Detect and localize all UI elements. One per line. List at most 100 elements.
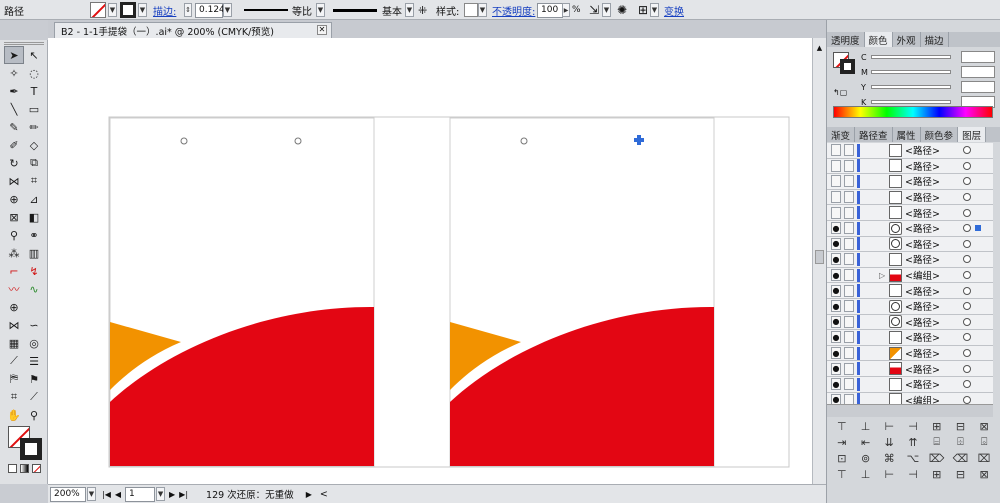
align-options-icon[interactable]: ⊞ [638,0,648,20]
layer-row[interactable]: <路径> [827,158,993,175]
layer-row[interactable]: <路径> [827,205,993,221]
glyph-icon[interactable]: ⊣ [901,418,925,434]
target-circle-icon[interactable] [963,208,971,217]
visibility-eye-icon[interactable]: ● [831,331,841,344]
select-similar-dropdown[interactable]: ▼ [602,3,611,17]
style-swatch[interactable] [464,3,478,17]
glyph-icon[interactable]: ⊤ [830,466,854,482]
lock-toggle[interactable] [844,269,854,282]
polar-grid-tool-icon[interactable]: ◎ [24,334,44,352]
grid-tool-icon[interactable]: ▦ [4,334,24,352]
vertical-scrollbar[interactable]: ▲ [812,38,826,486]
free-transform-tool-icon[interactable]: ⌗ [24,172,44,190]
glyph-icon[interactable]: ⊥ [854,466,878,482]
hand-tool-icon[interactable]: ✋ [4,406,24,424]
target-circle-icon[interactable] [963,161,971,170]
opacity-label-link[interactable]: 不透明度: [492,0,535,20]
lock-toggle[interactable] [844,191,854,204]
target-circle-icon[interactable] [963,302,971,311]
lock-toggle[interactable] [844,144,854,157]
visibility-eye-icon[interactable]: ● [831,222,841,235]
layer-row[interactable]: ● <路径> [827,361,993,377]
target-circle-icon[interactable] [963,286,971,295]
glyph-icon[interactable]: ⊞ [925,466,949,482]
glyph-icon[interactable]: ⌘ [877,450,901,466]
glyph-icon[interactable]: ⇥ [830,434,854,450]
visibility-eye-icon[interactable] [831,144,841,157]
layer-row[interactable]: ● <路径> [827,221,993,237]
artboard-number-input[interactable]: 1 [125,486,156,502]
visibility-eye-icon[interactable] [831,191,841,204]
none-mode-icon[interactable] [32,464,41,473]
bar-chart-tool-icon[interactable]: ☰ [24,352,44,370]
visibility-eye-icon[interactable]: ● [831,269,841,282]
visibility-eye-icon[interactable] [831,175,841,188]
close-tab-icon[interactable]: ✕ [317,25,327,35]
layer-row[interactable]: ● <路径> [827,236,993,253]
stroke-weight-input[interactable]: 0.124 [195,2,225,18]
tab-transparency[interactable]: 透明度 [827,32,865,47]
target-circle-icon[interactable] [963,271,971,280]
layer-row[interactable]: ● <路径> [827,283,993,299]
layer-row[interactable]: <路径> [827,143,993,159]
lock-toggle[interactable] [844,331,854,344]
eraser-tool-icon[interactable]: ◇ [24,136,44,154]
glyph-icon[interactable]: ⌹ [949,434,973,450]
slider-m[interactable]: M [827,65,1000,79]
glyph-icon[interactable]: ⊚ [854,450,878,466]
visibility-eye-icon[interactable]: ● [831,284,841,297]
target-circle-icon[interactable] [963,380,971,389]
paintbrush-tool-icon[interactable]: ✎ [4,118,24,136]
glyph-icon[interactable]: ⇈ [901,434,925,450]
screen-mode-icons[interactable] [5,480,43,484]
fill-dropdown[interactable]: ▼ [108,3,117,17]
opacity-input[interactable]: 100 [537,2,563,18]
zoom-input[interactable]: 200% [50,486,86,502]
direct-selection-tool-icon[interactable]: ↖ [24,46,44,64]
layer-row[interactable]: ● <路径> [827,345,993,362]
canvas[interactable] [48,38,826,486]
transform-link[interactable]: 变换 [664,0,684,20]
last-artboard-button[interactable]: ▶| [179,490,188,499]
tab-color-guide[interactable]: 颜色参 [921,127,959,142]
glyph-icon[interactable]: ⊤ [830,418,854,434]
width-tool-icon[interactable]: ⋈ [4,172,24,190]
opacity-dropdown[interactable]: ▶ [562,3,570,17]
glyph-icon[interactable]: ⊟ [949,466,973,482]
visibility-eye-icon[interactable]: ● [831,378,841,391]
lock-toggle[interactable] [844,222,854,235]
glyph-icon[interactable]: ⌦ [925,450,949,466]
glyph-icon[interactable]: ⊡ [830,450,854,466]
prev-artboard-button[interactable]: ◀ [115,490,121,499]
shape-builder-tool-icon[interactable]: ⊕ [4,190,24,208]
layer-row[interactable]: ● ▷ <编组> [827,267,993,284]
slice-tool-icon[interactable]: ↯ [24,262,44,280]
tab-stroke[interactable]: 描边 [921,32,949,47]
variable-width-preview[interactable] [244,9,288,11]
target-circle-icon[interactable] [963,224,971,233]
graph-line-tool-icon[interactable]: ⟋ [4,352,24,370]
column-graph-tool-icon[interactable]: ▥ [24,244,44,262]
style-dropdown[interactable]: ▼ [478,3,487,17]
type-tool-icon[interactable]: T [24,82,44,100]
next-artboard-button[interactable]: ▶ [169,490,175,499]
wave-tool-icon[interactable]: ∽ [24,316,44,334]
knife-tool-icon[interactable]: ⟋ [24,388,44,406]
lock-toggle[interactable] [844,362,854,375]
live-paint-tool-icon[interactable]: ⛿ [4,370,24,388]
glyph-icon[interactable]: ⊥ [854,418,878,434]
glyph-icon[interactable]: ⊣ [901,466,925,482]
lock-toggle[interactable] [844,347,854,360]
zoom-dropdown[interactable]: ▼ [87,487,96,501]
gradient-mode-icon[interactable] [20,464,29,473]
lock-toggle[interactable] [844,206,854,219]
align-dropdown[interactable]: ▼ [650,3,659,17]
tab-color[interactable]: 颜色 [864,32,893,47]
crop-tool-icon[interactable]: ⌗ [4,388,24,406]
visibility-eye-icon[interactable]: ● [831,253,841,266]
target-circle-icon[interactable] [963,333,971,342]
scroll-thumb[interactable] [815,250,824,264]
perspective-grid-tool-icon[interactable]: ⊿ [24,190,44,208]
glyph-icon[interactable]: ⌥ [901,450,925,466]
lock-toggle[interactable] [844,237,854,250]
